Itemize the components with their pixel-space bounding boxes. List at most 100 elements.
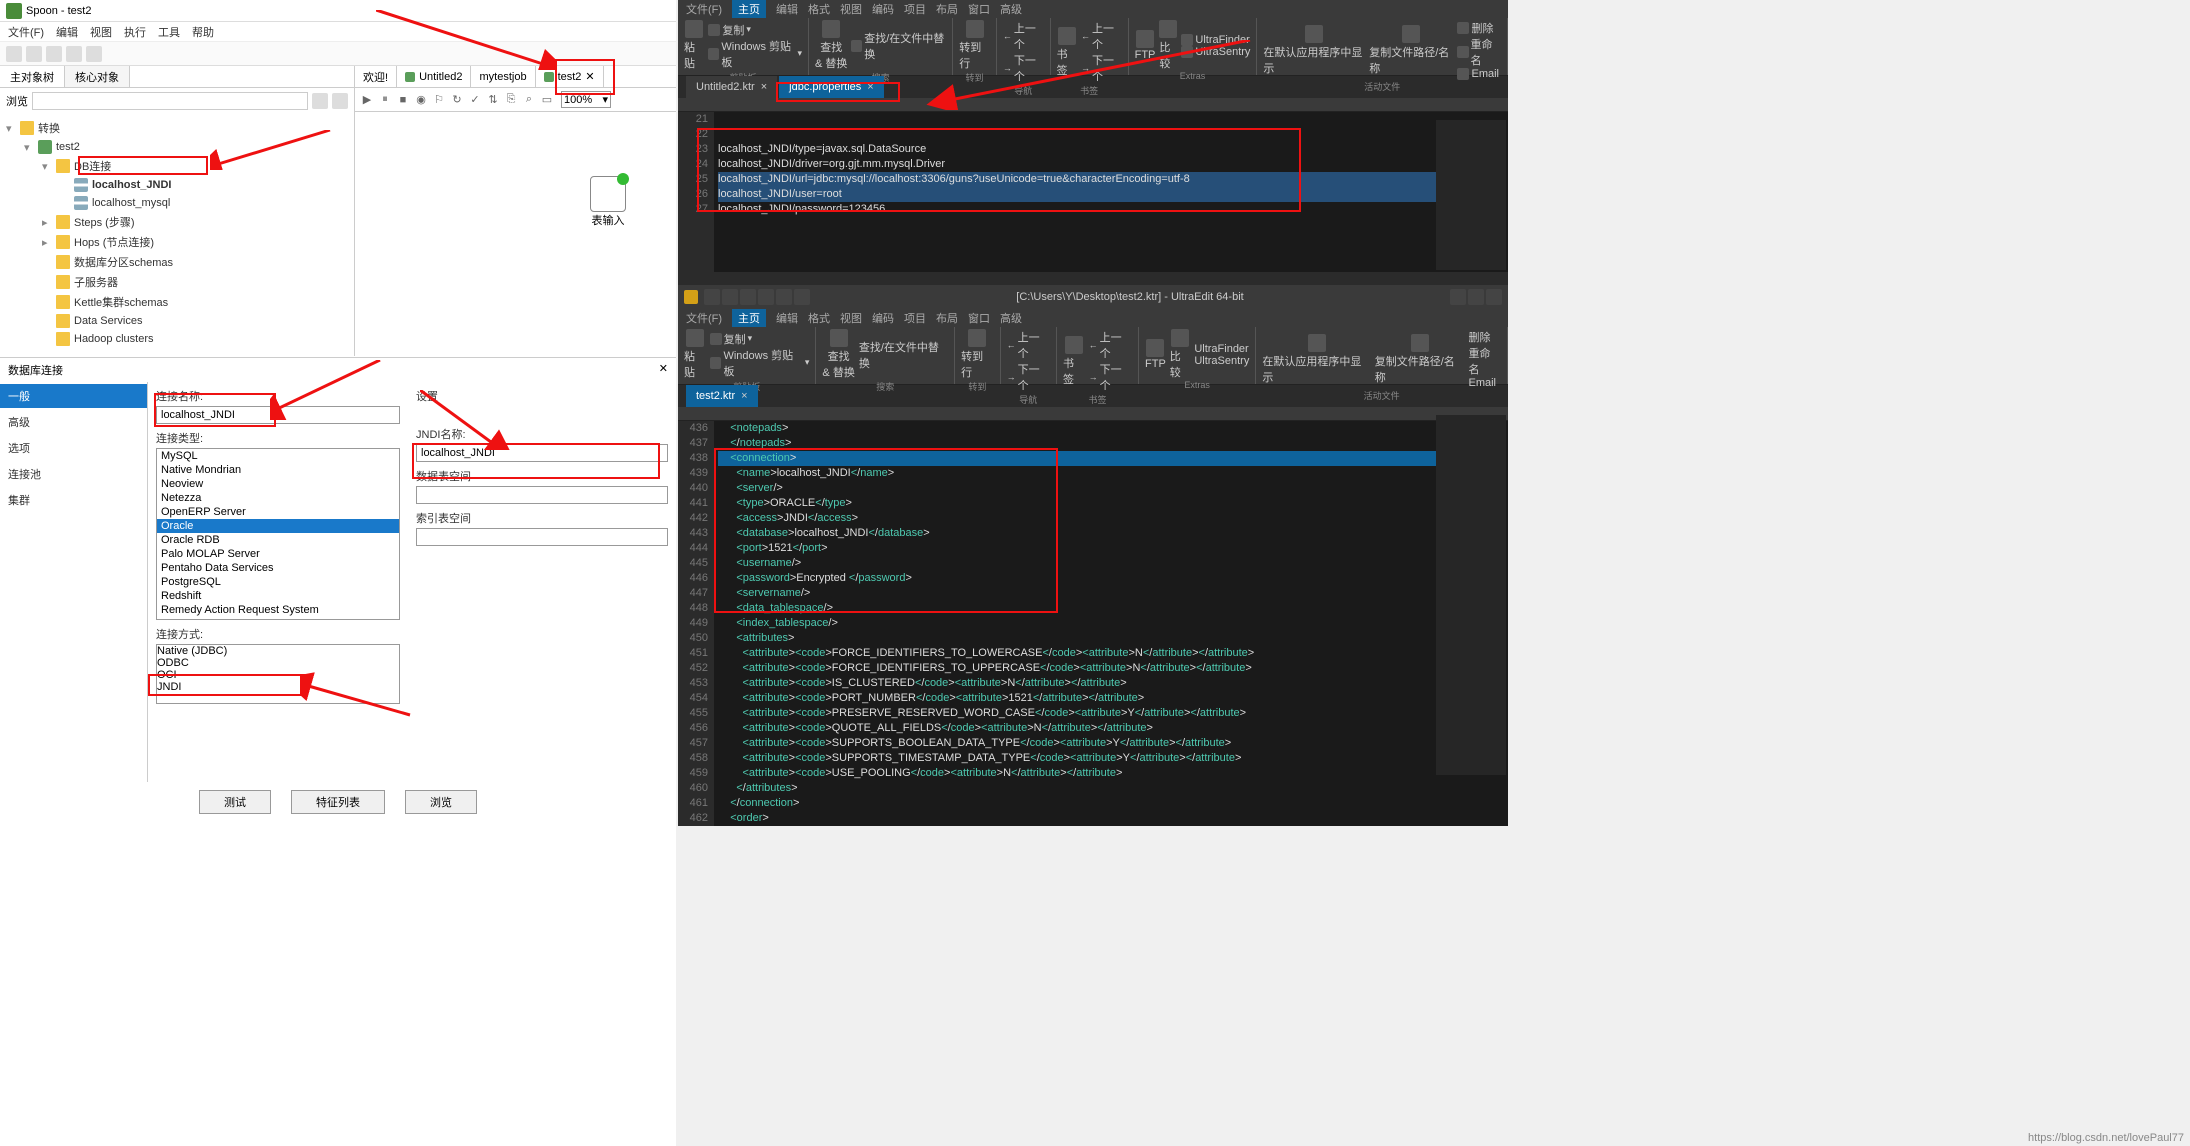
goto-icon[interactable]: [966, 20, 984, 38]
close-icon[interactable]: ✕: [659, 362, 668, 378]
email-icon[interactable]: [1457, 68, 1469, 80]
conn-type-option[interactable]: Palo MOLAP Server: [157, 547, 399, 561]
open-icon[interactable]: [26, 46, 42, 62]
tree-schemas[interactable]: 数据库分区schemas: [2, 252, 352, 272]
show-results-icon[interactable]: ▭: [539, 92, 555, 108]
stop-icon[interactable]: ■: [395, 92, 411, 108]
ue-bottom-menubar[interactable]: 文件(F) 主页 编辑 格式 视图 编码 项目 布局 窗口 高级: [678, 309, 1508, 327]
nav-advanced[interactable]: 高级: [0, 410, 147, 434]
tab-test2-ktr[interactable]: test2.ktr×: [686, 385, 758, 407]
delete-icon[interactable]: [1457, 22, 1469, 34]
rename-icon[interactable]: [1457, 46, 1468, 58]
compare-icon[interactable]: [1159, 20, 1177, 38]
minimap[interactable]: [1436, 415, 1506, 775]
open-icon[interactable]: [722, 289, 738, 305]
redo-icon[interactable]: [794, 289, 810, 305]
test-button[interactable]: 测试: [199, 790, 271, 814]
conn-type-option[interactable]: OpenERP Server: [157, 505, 399, 519]
find-in-files-icon[interactable]: [851, 40, 862, 52]
conn-type-option[interactable]: Native Mondrian: [157, 463, 399, 477]
print-icon[interactable]: [758, 289, 774, 305]
conn-type-option[interactable]: Redshift: [157, 589, 399, 603]
explore-icon[interactable]: [46, 46, 62, 62]
paste-icon[interactable]: [685, 20, 703, 38]
menu-file[interactable]: 文件(F): [8, 24, 44, 39]
tab-core-objects[interactable]: 核心对象: [65, 66, 130, 87]
conn-type-option[interactable]: Netezza: [157, 491, 399, 505]
explore-db-icon[interactable]: ⌕: [521, 92, 537, 108]
conn-method-option[interactable]: Native (JDBC): [157, 645, 399, 657]
nav-pool[interactable]: 连接池: [0, 462, 147, 486]
tree-child-servers[interactable]: 子服务器: [2, 272, 352, 292]
minimize-icon[interactable]: [1450, 289, 1466, 305]
replay-icon[interactable]: ↻: [449, 92, 465, 108]
save-icon[interactable]: [66, 46, 82, 62]
step-table-input[interactable]: 表输入: [590, 176, 626, 228]
bookmark-icon[interactable]: [1065, 336, 1083, 354]
tree-hadoop-clusters[interactable]: Hadoop clusters: [2, 330, 352, 348]
ftp-icon[interactable]: [1146, 339, 1164, 357]
show-default-icon[interactable]: [1305, 25, 1323, 43]
copy-icon[interactable]: [708, 24, 720, 36]
nav-general[interactable]: 一般: [0, 384, 147, 408]
goto-icon[interactable]: [968, 329, 986, 347]
tree-db-localhost-jndi[interactable]: localhost_JNDI: [2, 176, 352, 194]
data-ts-input[interactable]: [416, 486, 668, 504]
find-replace-icon[interactable]: [822, 20, 840, 38]
conn-type-option[interactable]: Oracle: [157, 519, 399, 533]
pause-icon[interactable]: ⏸: [377, 92, 393, 108]
find-replace-icon[interactable]: [830, 329, 848, 347]
impact-icon[interactable]: ⇅: [485, 92, 501, 108]
nav-options[interactable]: 选项: [0, 436, 147, 460]
minimap[interactable]: [1436, 120, 1506, 270]
paste-icon[interactable]: [686, 329, 704, 347]
play-icon[interactable]: ▶: [359, 92, 375, 108]
menu-help[interactable]: 帮助: [192, 24, 214, 39]
close-icon[interactable]: [1486, 289, 1502, 305]
new-icon[interactable]: [704, 289, 720, 305]
menu-edit[interactable]: 编辑: [56, 24, 78, 39]
nav-cluster[interactable]: 集群: [0, 488, 147, 512]
ue-bottom-titlebar[interactable]: [C:\Users\Y\Desktop\test2.ktr] - UltraEd…: [678, 285, 1508, 309]
compare-icon[interactable]: [1171, 329, 1189, 347]
copy-icon[interactable]: [710, 333, 722, 345]
search-input[interactable]: [32, 92, 308, 110]
menu-tools[interactable]: 工具: [158, 24, 180, 39]
index-ts-input[interactable]: [416, 528, 668, 546]
close-icon[interactable]: ×: [741, 390, 747, 402]
tree-db-localhost-mysql[interactable]: localhost_mysql: [2, 194, 352, 212]
browse-button[interactable]: 浏览: [405, 790, 477, 814]
copy-path-icon[interactable]: [1402, 25, 1420, 43]
tree-cluster-schemas[interactable]: Kettle集群schemas: [2, 292, 352, 312]
tab-untitled2[interactable]: Untitled2.ktr×: [686, 76, 777, 98]
features-button[interactable]: 特征列表: [291, 790, 385, 814]
conn-type-option[interactable]: Neoview: [157, 477, 399, 491]
verify-icon[interactable]: ✓: [467, 92, 483, 108]
menu-run[interactable]: 执行: [124, 24, 146, 39]
sql-icon[interactable]: ⎘: [503, 92, 519, 108]
ue-top-menubar[interactable]: 文件(F) 主页 编辑 格式 视图 编码 项目 布局 窗口 高级: [678, 0, 1508, 18]
windows-clipboard-icon[interactable]: [708, 48, 719, 60]
windows-clipboard-icon[interactable]: [710, 357, 722, 369]
expand-all-icon[interactable]: [312, 93, 328, 109]
spoon-menubar[interactable]: 文件(F) 编辑 视图 执行 工具 帮助: [0, 22, 676, 42]
maximize-icon[interactable]: [1468, 289, 1484, 305]
menu-view[interactable]: 视图: [90, 24, 112, 39]
conn-type-list[interactable]: MySQLNative MondrianNeoviewNetezzaOpenER…: [156, 448, 400, 620]
close-icon[interactable]: ×: [761, 81, 767, 93]
preview-icon[interactable]: ◉: [413, 92, 429, 108]
conn-type-option[interactable]: SAP ERP System: [157, 617, 399, 620]
tab-main-object-tree[interactable]: 主对象树: [0, 66, 65, 87]
show-default-icon[interactable]: [1308, 334, 1326, 352]
saveas-icon[interactable]: [86, 46, 102, 62]
conn-type-option[interactable]: MySQL: [157, 449, 399, 463]
conn-type-option[interactable]: Pentaho Data Services: [157, 561, 399, 575]
tree-steps[interactable]: ▸Steps (步骤): [2, 212, 352, 232]
undo-icon[interactable]: [776, 289, 792, 305]
spoon-titlebar[interactable]: Spoon - test2: [0, 0, 676, 22]
conn-type-option[interactable]: Remedy Action Request System: [157, 603, 399, 617]
conn-type-option[interactable]: Oracle RDB: [157, 533, 399, 547]
save-icon[interactable]: [740, 289, 756, 305]
tree-hops[interactable]: ▸Hops (节点连接): [2, 232, 352, 252]
copy-path-icon[interactable]: [1411, 334, 1429, 352]
